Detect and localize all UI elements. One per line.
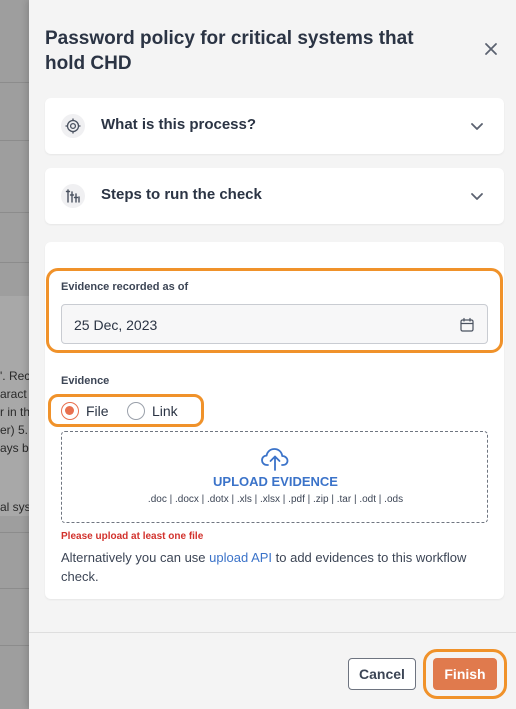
finish-button[interactable]: Finish [433, 658, 497, 690]
bg-text-line: er) 5. [0, 423, 29, 437]
accordion-what-is-this-process[interactable]: What is this process? [45, 98, 504, 154]
date-label: Evidence recorded as of [61, 281, 189, 293]
upload-title: UPLOAD EVIDENCE [213, 474, 338, 489]
radio-file-label[interactable]: File [86, 402, 109, 420]
upload-api-hint-prefix: Alternatively you can use [61, 550, 210, 565]
accordion-steps-to-run-the-check[interactable]: Steps to run the check [45, 168, 504, 224]
close-icon [485, 43, 497, 55]
evidence-label: Evidence [61, 375, 110, 387]
workflow-check-drawer: Password policy for critical systems tha… [29, 0, 516, 709]
upload-api-link[interactable]: upload API [209, 550, 272, 565]
cloud-upload-icon [261, 448, 289, 471]
upload-api-hint: Alternatively you can use upload API to … [61, 548, 491, 586]
accordion-title: Steps to run the check [101, 186, 262, 203]
steps-icon [61, 184, 85, 208]
evidence-form-card: Evidence recorded as of 25 Dec, 2023 Evi… [45, 242, 504, 599]
chevron-down-icon [471, 193, 483, 200]
accordion-title: What is this process? [101, 116, 257, 133]
bg-text-line: r in th [0, 405, 31, 419]
bg-text-line: ays b [0, 441, 29, 455]
close-button[interactable] [480, 38, 502, 60]
process-icon [61, 114, 85, 138]
bg-text-line: aract [0, 387, 27, 401]
date-input[interactable]: 25 Dec, 2023 [61, 304, 488, 344]
cancel-button[interactable]: Cancel [348, 658, 416, 690]
radio-file[interactable] [61, 402, 79, 420]
bg-text-line: al sys [0, 500, 31, 514]
bg-text-line: '. Rec [0, 369, 31, 383]
drawer-footer: Cancel Finish [29, 632, 516, 709]
upload-file-types: .doc | .docx | .dotx | .xls | .xlsx | .p… [147, 494, 404, 505]
calendar-icon[interactable] [459, 317, 475, 333]
drawer-title: Password policy for critical systems tha… [45, 28, 414, 74]
upload-error-message: Please upload at least one file [61, 531, 204, 542]
chevron-down-icon [471, 123, 483, 130]
upload-evidence-dropzone[interactable]: UPLOAD EVIDENCE .doc | .docx | .dotx | .… [61, 431, 488, 523]
radio-link[interactable] [127, 402, 145, 420]
radio-link-label[interactable]: Link [152, 402, 178, 420]
date-value: 25 Dec, 2023 [74, 317, 158, 333]
